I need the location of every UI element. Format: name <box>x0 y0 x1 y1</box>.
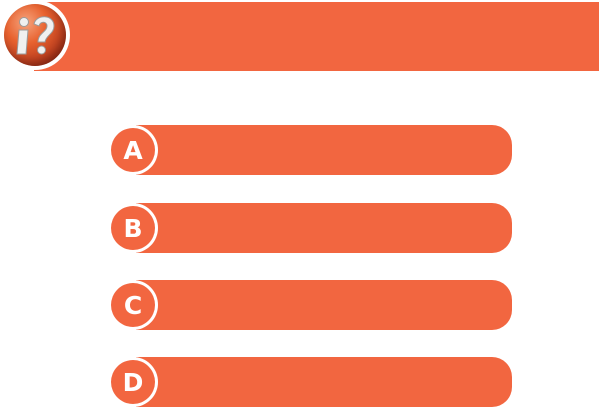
answer-badge[interactable]: D <box>108 357 158 407</box>
answer-bar[interactable] <box>136 280 512 330</box>
answer-badge[interactable]: B <box>108 203 158 253</box>
answer-bar[interactable] <box>136 125 512 175</box>
answer-bar[interactable] <box>136 357 512 407</box>
answer-badge[interactable]: A <box>108 125 158 175</box>
answer-letter: A <box>111 128 155 172</box>
answer-option-d[interactable]: D <box>108 357 512 407</box>
question-banner <box>34 2 599 71</box>
answer-letter: B <box>111 206 155 250</box>
quiz-logo <box>0 0 70 70</box>
answer-letter: C <box>111 283 155 327</box>
answer-bar[interactable] <box>136 203 512 253</box>
answer-letter: D <box>111 360 155 404</box>
answer-badge[interactable]: C <box>108 280 158 330</box>
answer-option-a[interactable]: A <box>108 125 512 175</box>
answer-option-c[interactable]: C <box>108 280 512 330</box>
question-exclamation-icon <box>16 16 55 55</box>
answer-option-b[interactable]: B <box>108 203 512 253</box>
